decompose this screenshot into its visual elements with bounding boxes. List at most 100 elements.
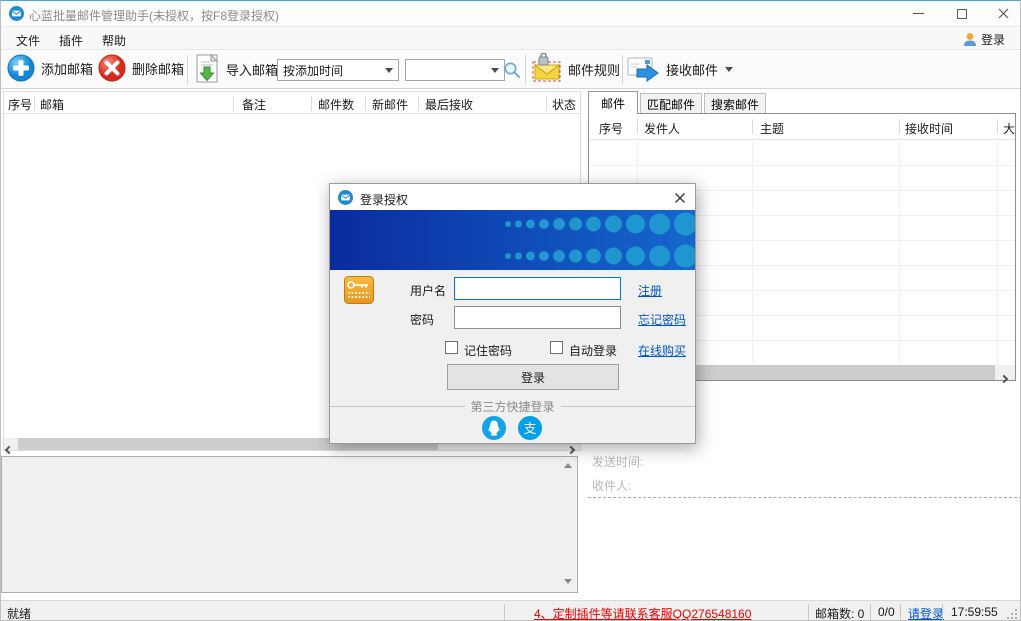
- resize-grip[interactable]: [1006, 608, 1018, 620]
- tab-search-mail-label[interactable]: 搜索邮件: [705, 94, 765, 114]
- menu-item-plugins[interactable]: 插件: [59, 32, 83, 49]
- close-button[interactable]: [984, 1, 1021, 26]
- third-party-divider: 第三方快捷登录: [330, 398, 695, 414]
- delete-mailbox-button[interactable]: 删除邮箱: [98, 54, 184, 82]
- grid-line: [899, 141, 900, 364]
- dialog-close-button[interactable]: [668, 188, 692, 207]
- log-panel-vscrollbar[interactable]: [560, 458, 576, 591]
- receive-mail-label: 接收邮件: [666, 60, 718, 79]
- buy-online-link[interactable]: 在线购买: [638, 342, 686, 359]
- col-mailbox[interactable]: 邮箱: [40, 96, 64, 113]
- tab-matched-mail: 匹配邮件: [640, 93, 702, 114]
- menu-login-button[interactable]: 登录: [963, 29, 1015, 49]
- col-received-time[interactable]: 接收时间: [905, 120, 953, 137]
- column-separator: [418, 96, 419, 111]
- status-separator: [942, 604, 943, 620]
- col-index[interactable]: 序号: [8, 96, 32, 113]
- qq-login-button[interactable]: [482, 416, 506, 440]
- tab-matched-mail-label[interactable]: 匹配邮件: [641, 94, 701, 114]
- col-status[interactable]: 状态: [552, 96, 576, 113]
- toolbar-separator: [525, 55, 526, 85]
- send-time-label: 发送时间:: [592, 453, 643, 470]
- col-last-received[interactable]: 最后接收: [425, 96, 473, 113]
- col-index[interactable]: 序号: [599, 120, 623, 137]
- maximize-button[interactable]: [940, 1, 984, 26]
- maximize-icon: [957, 9, 967, 19]
- tab-search-mail: 搜索邮件: [704, 93, 766, 114]
- col-new-mail[interactable]: 新邮件: [372, 96, 408, 113]
- tab-mail-label[interactable]: 邮件: [589, 92, 637, 114]
- column-separator: [997, 119, 998, 134]
- password-input[interactable]: [454, 306, 621, 329]
- receive-mail-icon: [627, 55, 661, 83]
- remember-password-checkbox[interactable]: [445, 341, 458, 354]
- col-mail-count[interactable]: 邮件数: [318, 96, 354, 113]
- filter-combobox[interactable]: [405, 59, 505, 81]
- sort-order-value: 按添加时间: [283, 62, 343, 79]
- add-icon: [7, 54, 35, 82]
- col-size[interactable]: 大: [1003, 120, 1015, 137]
- grid-line: [752, 141, 753, 364]
- col-subject[interactable]: 主题: [760, 120, 784, 137]
- status-login-link[interactable]: 请登录: [908, 605, 944, 621]
- grid-line: [997, 141, 998, 364]
- column-separator: [233, 96, 234, 111]
- column-separator: [34, 96, 35, 111]
- forgot-password-link[interactable]: 忘记密码: [638, 311, 686, 328]
- app-logo-icon: [338, 190, 353, 205]
- auto-login-checkbox[interactable]: [550, 341, 563, 354]
- search-icon: [503, 61, 521, 79]
- mail-rules-icon: [530, 53, 564, 85]
- minimize-button[interactable]: [896, 1, 940, 26]
- toolbar: 添加邮箱 删除邮箱 导入邮箱 按添加时间: [1, 51, 1021, 89]
- divider-line: [561, 406, 696, 407]
- import-icon: [193, 54, 221, 84]
- login-submit-button[interactable]: 登录: [447, 364, 619, 390]
- import-mailbox-button[interactable]: 导入邮箱: [193, 54, 278, 84]
- password-label: 密码: [410, 311, 434, 328]
- menu-bar: 文件 插件 帮助 登录: [1, 26, 1021, 50]
- auto-login-label: 自动登录: [569, 342, 617, 359]
- alipay-glyph: 支: [523, 421, 536, 436]
- column-separator: [311, 96, 312, 111]
- mail-list-header: 序号 发件人 主题 接收时间 大: [589, 114, 1015, 140]
- scroll-up-arrow[interactable]: [564, 463, 572, 468]
- menu-item-help[interactable]: 帮助: [102, 32, 126, 49]
- recipient-label: 收件人:: [592, 477, 631, 494]
- username-input[interactable]: [454, 277, 621, 300]
- mail-rules-label: 邮件规则: [568, 60, 620, 79]
- close-icon: [674, 192, 686, 204]
- status-separator: [870, 604, 871, 620]
- column-separator: [365, 96, 366, 111]
- status-separator: [808, 604, 809, 620]
- col-sender[interactable]: 发件人: [644, 120, 680, 137]
- status-ready: 就绪: [7, 605, 31, 621]
- mailbox-count: 邮箱数: 0: [815, 605, 864, 621]
- third-party-label: 第三方快捷登录: [465, 398, 561, 415]
- app-logo-icon: [9, 6, 24, 21]
- login-dialog: 登录授权 用户名: [329, 183, 696, 444]
- mailbox-table-header: 序号 邮箱 备注 邮件数 新邮件 最后接收 状态: [4, 92, 580, 114]
- column-separator: [752, 119, 753, 134]
- status-time: 17:59:55: [951, 605, 998, 619]
- app-window: 心蓝批量邮件管理助手(未授权，按F8登录授权) 文件 插件 帮助 登录: [0, 0, 1021, 621]
- dialog-banner: [330, 210, 695, 270]
- search-button[interactable]: [500, 58, 524, 82]
- scroll-down-arrow[interactable]: [564, 579, 572, 584]
- chevron-down-icon: [491, 68, 499, 73]
- receive-mail-button[interactable]: 接收邮件: [627, 55, 733, 83]
- log-panel[interactable]: [1, 456, 578, 593]
- promo-link[interactable]: 4、定制插件等请联系客服QQ276548160: [534, 605, 751, 621]
- detail-divider: [588, 497, 1021, 498]
- mail-rules-button[interactable]: 邮件规则: [530, 53, 620, 85]
- col-note[interactable]: 备注: [242, 96, 266, 113]
- mail-ratio: 0/0: [878, 605, 895, 619]
- alipay-icon: 支: [518, 416, 542, 440]
- add-mailbox-label: 添加邮箱: [41, 59, 93, 78]
- divider-line: [330, 406, 465, 407]
- menu-item-file[interactable]: 文件: [16, 32, 40, 49]
- alipay-login-button[interactable]: 支: [518, 416, 542, 440]
- sort-order-select[interactable]: 按添加时间: [277, 59, 399, 81]
- add-mailbox-button[interactable]: 添加邮箱: [7, 54, 93, 82]
- register-link[interactable]: 注册: [638, 282, 662, 299]
